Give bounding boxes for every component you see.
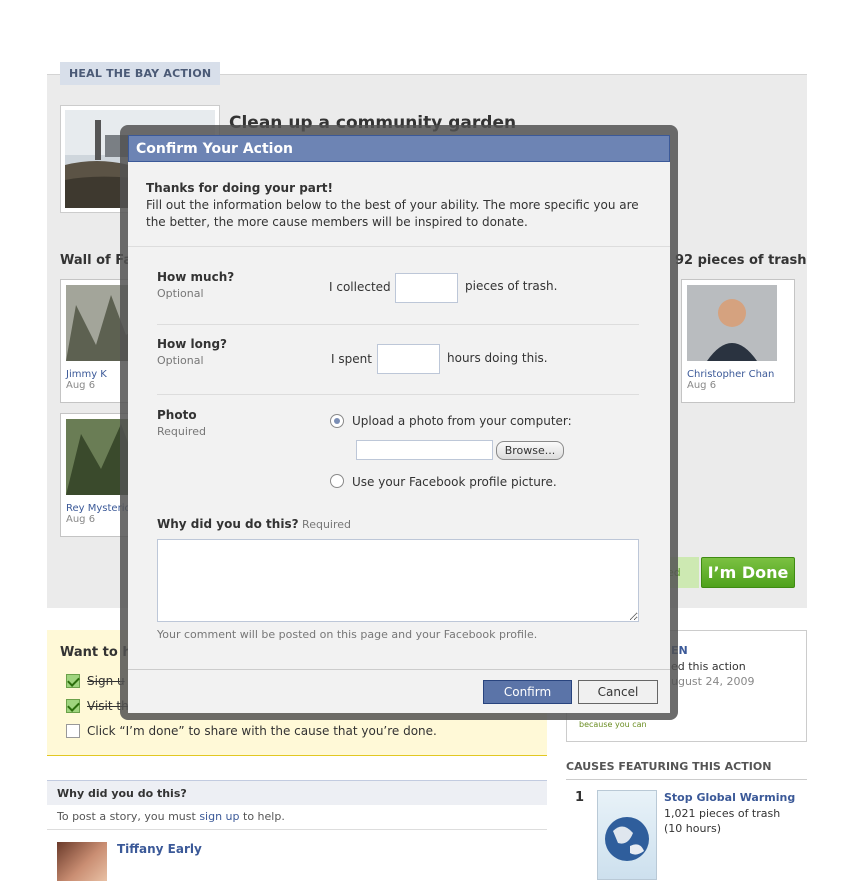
profile-option-label[interactable]: Use your Facebook profile picture. — [352, 475, 557, 489]
trash-count-input[interactable] — [395, 273, 458, 303]
why-required: Required — [302, 518, 352, 531]
cause-stat: 1,021 pieces of trash — [664, 807, 781, 820]
causes-heading: CAUSES FEATURING THIS ACTION — [566, 760, 807, 780]
divider — [157, 324, 639, 325]
intro-text: Fill out the information below to the be… — [146, 198, 639, 229]
photo-label: Photo — [157, 408, 197, 422]
upload-option-label[interactable]: Upload a photo from your computer: — [352, 414, 572, 428]
photo-required: Required — [157, 425, 206, 438]
earth-icon — [605, 817, 649, 861]
member-date: Aug 6 — [687, 380, 717, 391]
browse-button[interactable]: Browse... — [496, 441, 564, 460]
how-long-optional: Optional — [157, 354, 204, 367]
how-much-suffix: pieces of trash. — [465, 279, 558, 293]
how-much-label: How much? — [157, 270, 235, 284]
wall-card[interactable]: Christopher Chan Aug 6 — [681, 279, 795, 403]
activity-text: ed this action — [671, 660, 746, 673]
cause-logo[interactable] — [597, 790, 657, 880]
upload-radio[interactable] — [330, 414, 344, 428]
member-photo — [687, 285, 777, 361]
how-long-label: How long? — [157, 337, 228, 351]
how-long-prefix: I spent — [331, 352, 372, 366]
action-tab-label: HEAL THE BAY ACTION — [60, 62, 221, 85]
why-label: Why did you do this? — [157, 517, 299, 531]
intro-heading: Thanks for doing your part! — [146, 181, 334, 195]
divider — [128, 246, 670, 247]
activity-date: ugust 24, 2009 — [671, 675, 755, 688]
checkbox-checked[interactable] — [66, 698, 80, 713]
profile-picture-radio[interactable] — [330, 474, 344, 488]
how-long-suffix: hours doing this. — [447, 351, 548, 365]
how-much-optional: Optional — [157, 287, 204, 300]
help-item[interactable]: Sign u — [66, 673, 125, 688]
cause-link[interactable]: Stop Global Warming — [664, 791, 795, 804]
why-textarea[interactable] — [157, 539, 639, 622]
confirm-button[interactable]: Confirm — [483, 680, 572, 704]
avatar[interactable] — [57, 842, 107, 881]
file-path-input[interactable] — [356, 440, 493, 460]
cause-rank: 1 — [575, 790, 585, 805]
because-logo: because you can — [579, 720, 647, 729]
help-item-label: Sign u — [87, 673, 125, 688]
post-note: To post a story, you must sign up to hel… — [57, 810, 285, 823]
divider — [47, 829, 547, 830]
post-note-text: to help. — [239, 810, 285, 823]
story-author[interactable]: Tiffany Early — [117, 842, 202, 856]
hours-input[interactable] — [377, 344, 440, 374]
why-label-row: Why did you do this? Required — [157, 517, 351, 531]
member-name[interactable]: Christopher Chan — [687, 369, 789, 380]
stories-heading: Why did you do this? — [47, 780, 547, 805]
how-much-prefix: I collected — [329, 280, 391, 294]
dialog-title: Confirm Your Action — [128, 135, 670, 162]
cancel-button[interactable]: Cancel — [578, 680, 658, 704]
sign-up-link[interactable]: sign up — [199, 810, 239, 823]
trash-total: 92 pieces of trash — [675, 253, 807, 268]
comment-note: Your comment will be posted on this page… — [157, 628, 538, 641]
dialog-intro: Thanks for doing your part! Fill out the… — [146, 180, 646, 231]
post-note-text: To post a story, you must — [57, 810, 200, 823]
checkbox[interactable] — [66, 723, 80, 738]
cause-stat: (10 hours) — [664, 822, 722, 835]
help-item[interactable]: Click “I’m done” to share with the cause… — [66, 723, 437, 738]
im-done-button[interactable]: I’m Done — [701, 557, 795, 588]
help-item-label: Click “I’m done” to share with the cause… — [87, 723, 437, 738]
divider — [157, 394, 639, 395]
checkbox-checked[interactable] — [66, 673, 80, 688]
